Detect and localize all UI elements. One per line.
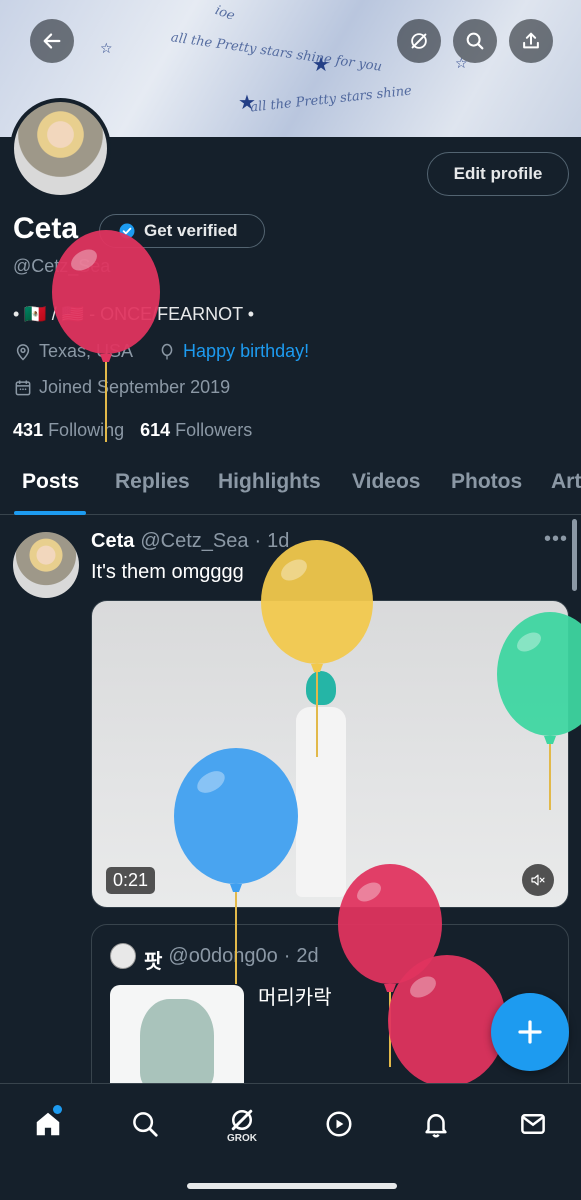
tab-highlights[interactable]: Highlights (218, 470, 321, 494)
back-button[interactable] (30, 19, 74, 63)
tab-posts[interactable]: Posts (22, 470, 79, 494)
profile-avatar[interactable] (10, 98, 111, 199)
banner-doodle-text: all the Pretty stars shine (249, 83, 413, 116)
scrollbar[interactable] (572, 519, 577, 591)
calendar-icon (15, 380, 31, 395)
quote-author-name: 팟 (144, 951, 163, 973)
birthday-balloon-blue (173, 748, 299, 993)
star-icon: ☆ (100, 40, 113, 56)
birthday-balloon-green (497, 612, 581, 817)
quote-avatar (110, 943, 136, 969)
avatar-image (14, 102, 107, 195)
post-author-name[interactable]: Ceta (91, 530, 134, 553)
compose-post-button[interactable] (491, 993, 569, 1071)
nav-notifications[interactable] (412, 1100, 460, 1148)
grok-label: GROK (227, 1132, 257, 1144)
birthday-link[interactable]: Happy birthday! (183, 341, 309, 362)
video-icon (326, 1111, 352, 1137)
muted-speaker-icon (531, 874, 545, 886)
tab-videos[interactable]: Videos (352, 470, 420, 494)
following-count: 431 (13, 420, 44, 440)
search-button[interactable] (453, 19, 497, 63)
notifications-icon (425, 1114, 447, 1138)
profile-tabs: Posts Replies Highlights Videos Photos A… (0, 458, 581, 515)
back-arrow-icon (43, 33, 61, 49)
tab-art[interactable]: Art (551, 470, 581, 494)
search-icon (133, 1112, 158, 1137)
search-icon (466, 32, 484, 50)
birthday-balloon-red (50, 230, 162, 450)
star-icon: ★ (238, 92, 256, 114)
birthday-balloon-yellow (260, 540, 374, 765)
mute-button[interactable] (522, 864, 554, 896)
followers-label: Followers (175, 420, 253, 440)
active-tab-indicator (14, 511, 86, 515)
plus-icon (518, 1020, 542, 1044)
tab-replies[interactable]: Replies (115, 470, 190, 494)
nav-home[interactable] (24, 1100, 72, 1148)
post-author-handle: @Cetz_Sea (140, 530, 249, 552)
grok-button[interactable] (397, 19, 441, 63)
star-icon: ★ (312, 54, 330, 76)
post-text: It's them omgggg (91, 561, 244, 583)
banner-doodle-text: all the Pretty stars shine for you (169, 30, 383, 75)
grok-icon (411, 33, 427, 49)
share-button[interactable] (509, 19, 553, 63)
notification-dot (53, 1105, 62, 1114)
share-icon (523, 32, 539, 49)
edit-profile-button[interactable]: Edit profile (427, 152, 569, 196)
nav-grok[interactable]: GROK (218, 1100, 266, 1148)
grok-icon (231, 1109, 253, 1130)
bottom-navigation: GROK (0, 1083, 581, 1200)
quote-time: 2d (296, 945, 319, 967)
video-duration: 0:21 (106, 867, 156, 894)
home-indicator[interactable] (187, 1183, 397, 1189)
tab-photos[interactable]: Photos (451, 470, 522, 494)
banner-doodle-text: ioe (213, 3, 237, 24)
messages-icon (521, 1114, 545, 1134)
nav-messages[interactable] (509, 1100, 557, 1148)
nav-video[interactable] (315, 1100, 363, 1148)
location-icon (16, 343, 30, 361)
nav-search[interactable] (121, 1100, 169, 1148)
post-avatar[interactable] (13, 532, 79, 598)
post-more-icon[interactable]: ••• (544, 528, 568, 551)
